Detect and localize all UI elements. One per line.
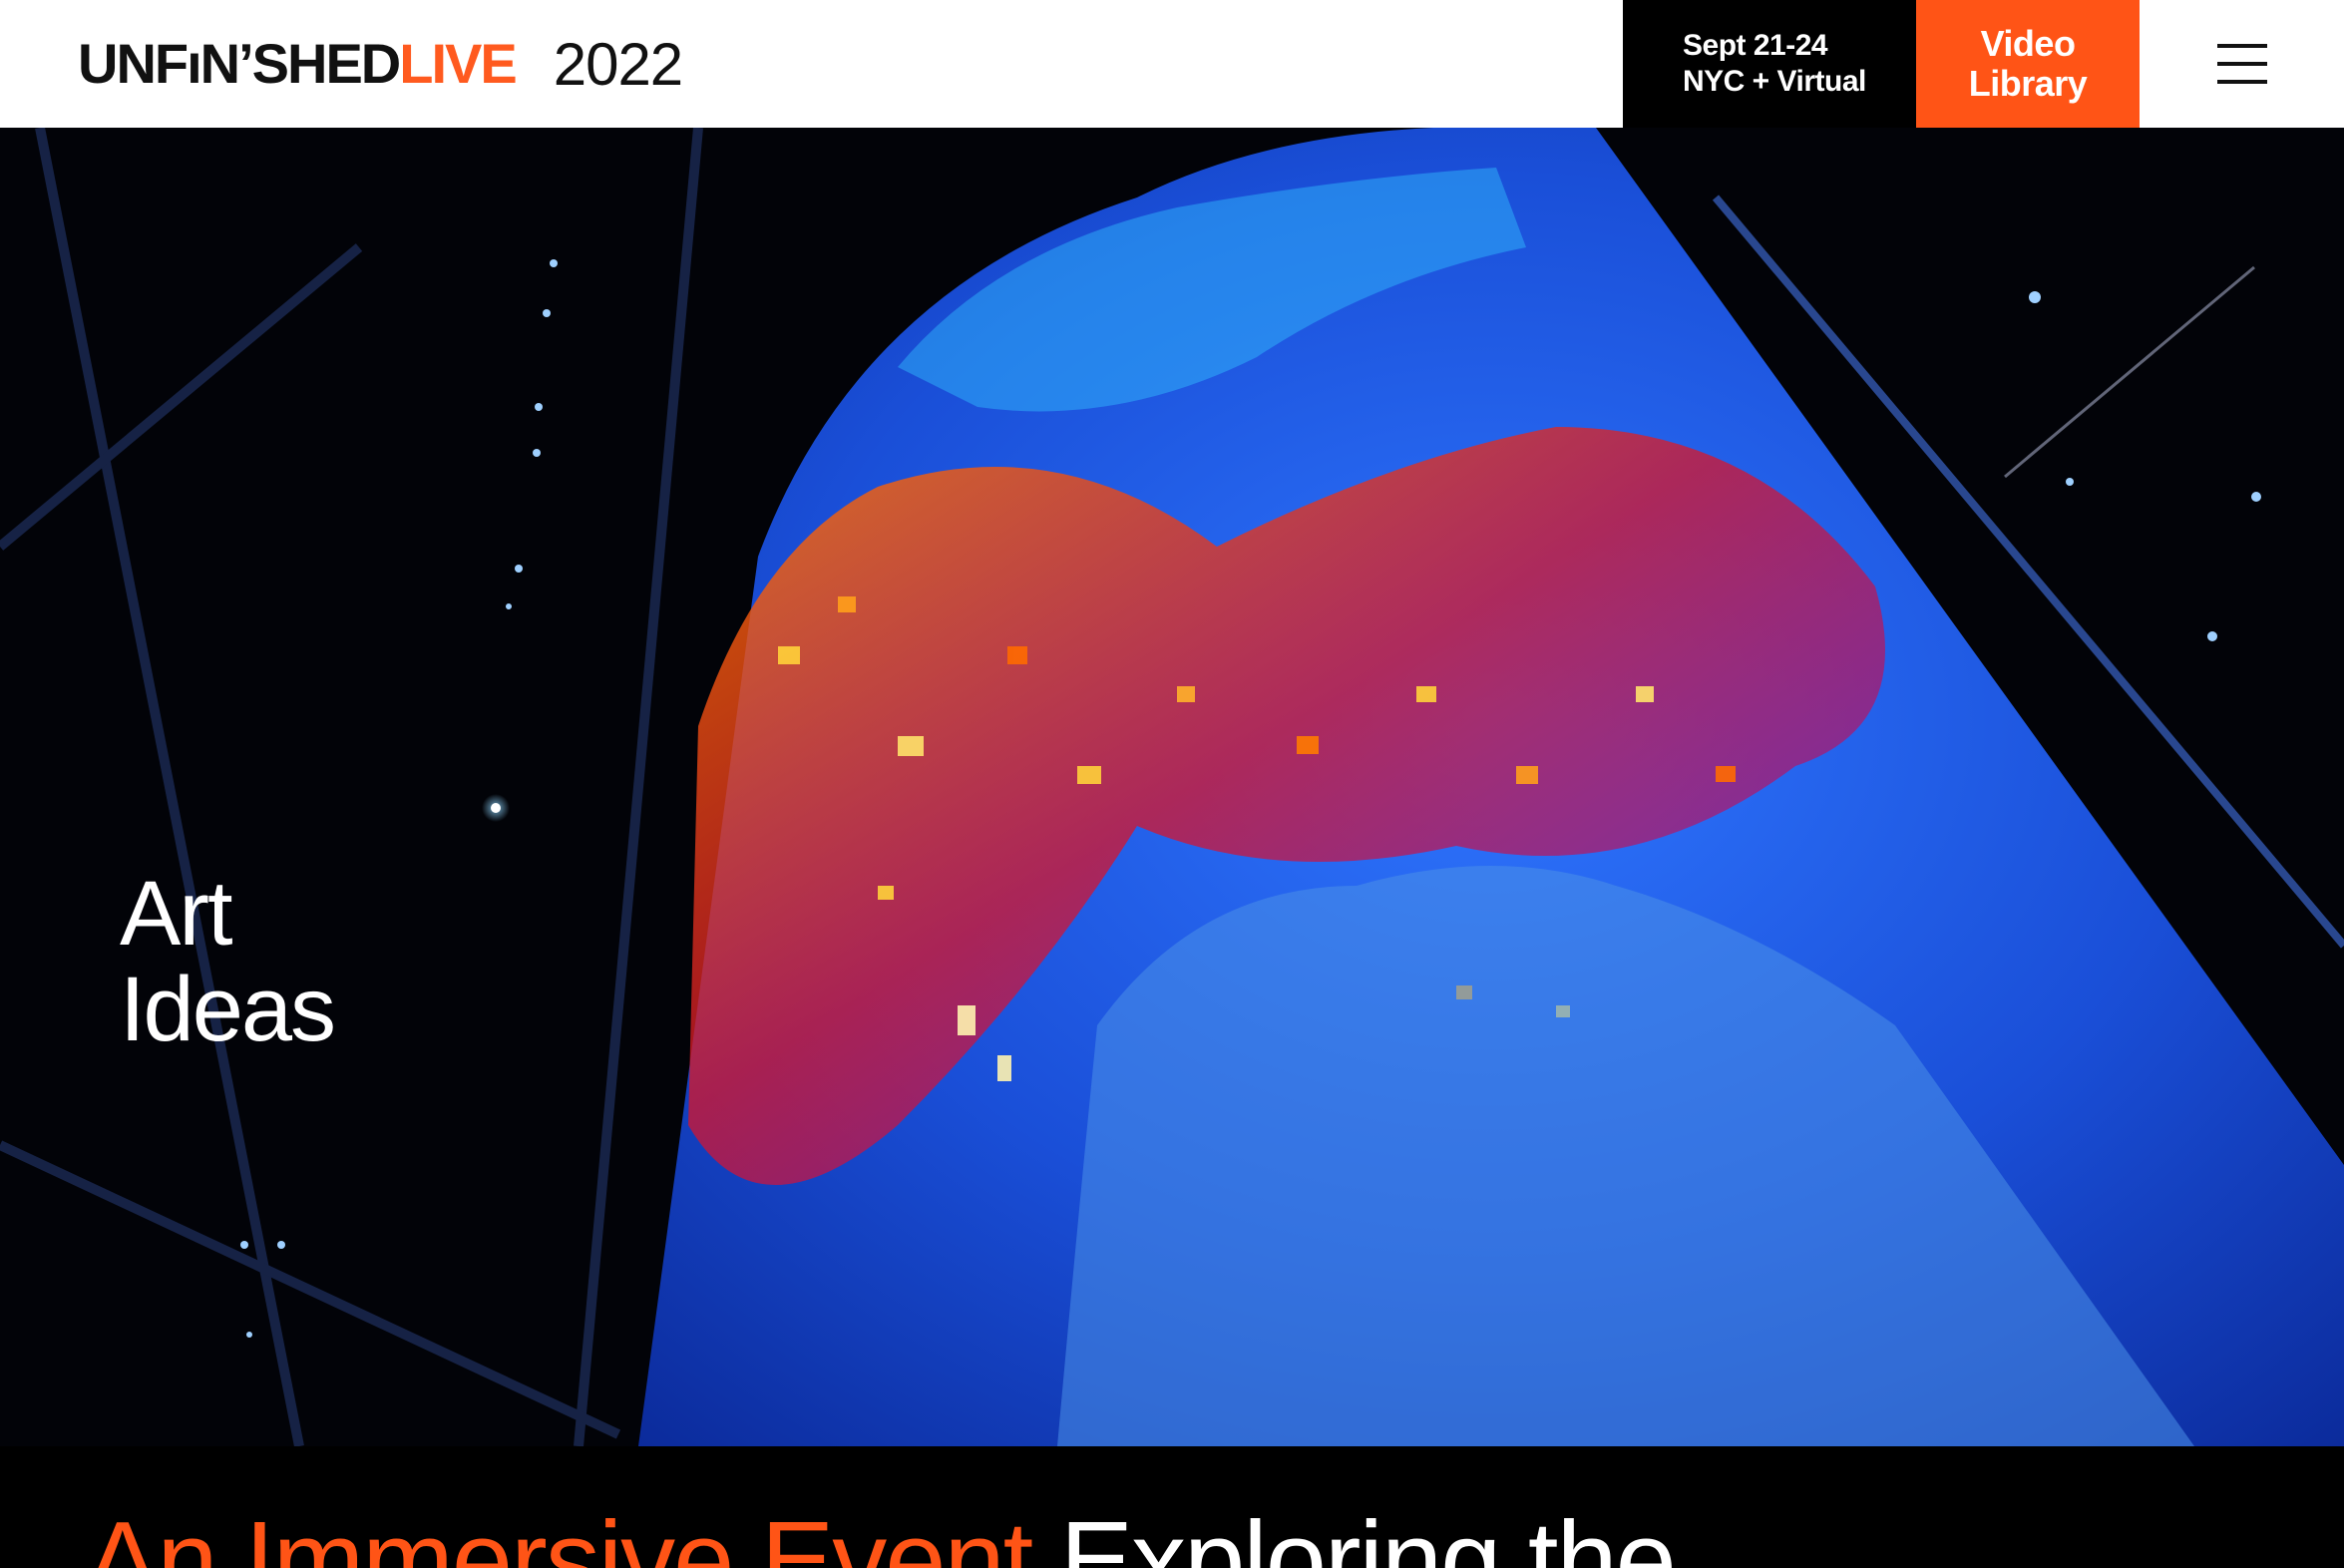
menu-bar-bottom	[2217, 80, 2267, 84]
headline-accent: An Immersive Event	[86, 1499, 1060, 1568]
site-logo[interactable]: UNFıNʼSHED LIVE 2022	[78, 28, 683, 100]
menu-bar-middle	[2217, 62, 2267, 66]
headline-rest: Exploring the	[1059, 1499, 1677, 1568]
hero-caption: Art Ideas	[120, 863, 336, 1060]
hero-caption-line1: Art	[120, 863, 233, 965]
video-library-line2: Library	[1968, 63, 2088, 104]
hero-caption-line2: Ideas	[120, 959, 336, 1060]
event-dates-line1: Sept 21-24	[1683, 29, 1828, 62]
hero-video[interactable]: Art Ideas	[0, 128, 2344, 1446]
logo-year: 2022	[553, 30, 683, 98]
logo-unfinished: UNFıNʼSHED	[78, 32, 401, 95]
video-library-line1: Video	[1980, 23, 2076, 64]
intro-headline: An Immersive Event Exploring the	[86, 1506, 1677, 1568]
menu-bar-top	[2217, 44, 2267, 48]
logo-live: LIVE	[399, 32, 517, 95]
hamburger-menu-icon[interactable]	[2194, 34, 2290, 94]
site-header: UNFıNʼSHED LIVE 2022 Sept 21-24 NYC + Vi…	[0, 0, 2344, 128]
video-library-button[interactable]: Video Library	[1916, 0, 2140, 128]
intro-section: An Immersive Event Exploring the	[0, 1446, 2344, 1568]
hero-projection-image	[0, 128, 2344, 1446]
logo-wordmark: UNFıNʼSHED LIVE	[78, 32, 518, 95]
event-dates: Sept 21-24 NYC + Virtual	[1623, 0, 1916, 128]
event-dates-line2: NYC + Virtual	[1683, 65, 1866, 98]
